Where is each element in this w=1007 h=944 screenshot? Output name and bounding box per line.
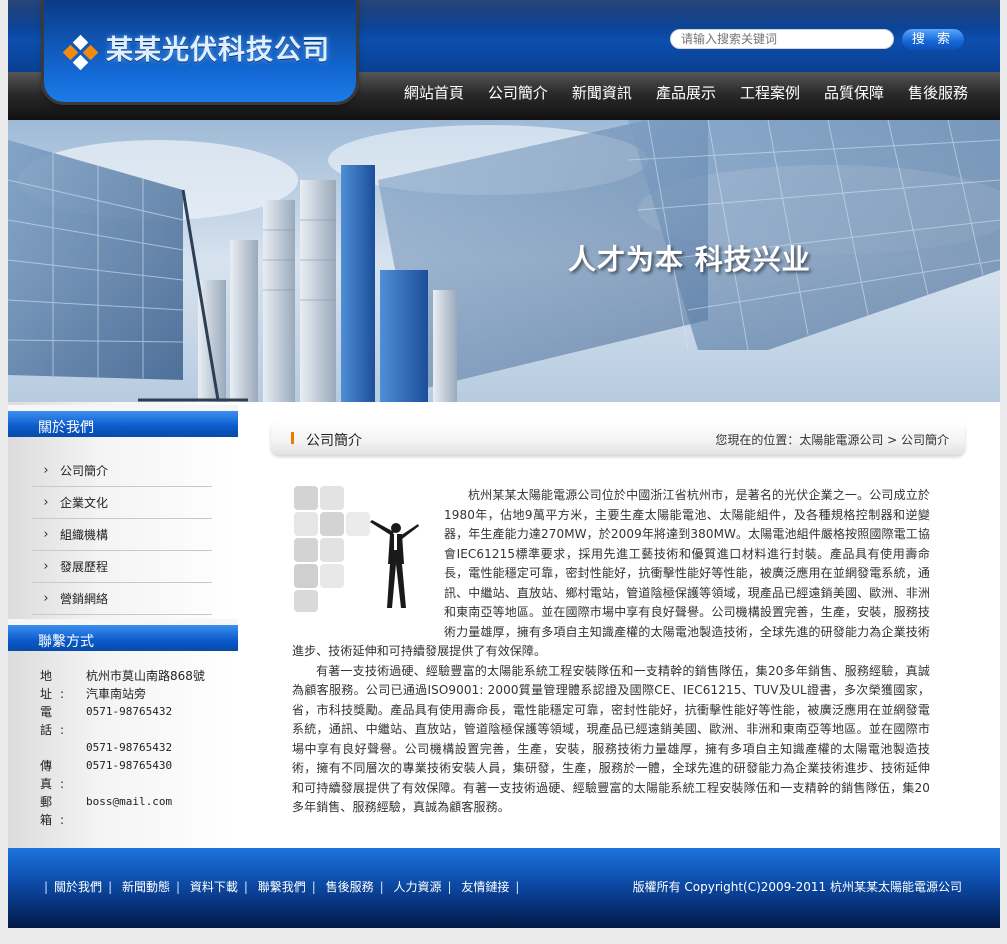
phone-value: 0571-98765432 [86, 705, 173, 718]
chevron-right-icon: › [43, 559, 49, 574]
logo[interactable]: 某某光伏科技公司 [44, 0, 356, 102]
chevron-right-icon: › [43, 591, 49, 606]
nav-item-quality[interactable]: 品質保障 [824, 82, 884, 103]
company-name: 某某光伏科技公司 [106, 35, 330, 66]
footer-link-downloads[interactable]: 資料下載 [190, 880, 238, 894]
article-paragraph-2: 有著一支技術過硬、經驗豐富的太陽能系統工程安裝隊伍和一支精幹的銷售隊伍，集20多… [292, 663, 930, 815]
breadcrumb[interactable]: 您現在的位置：太陽能電源公司 > 公司簡介 [715, 431, 949, 448]
article-text: 杭州某某太陽能電源公司位於中國浙江省杭州市，是著名的光伏企業之一。公司成立於19… [292, 486, 930, 818]
email-value: boss@mail.com [86, 795, 173, 808]
nav-item-home[interactable]: 網站首頁 [404, 82, 464, 103]
chevron-right-icon: › [43, 527, 49, 542]
banner: 人才为本 科技兴业 [8, 120, 1000, 402]
sidebar-item-label: 公司簡介 [60, 464, 109, 478]
nav-item-projects[interactable]: 工程案例 [740, 82, 800, 103]
chevron-right-icon: › [43, 463, 49, 478]
sidebar-item-culture[interactable]: › 企業文化 [32, 487, 212, 519]
sidebar-about-title: 關於我們 [8, 405, 238, 437]
address-label: 地 址: [40, 669, 73, 701]
fax-value: 0571-98765430 [86, 759, 173, 772]
banner-slogan: 人才为本 科技兴业 [568, 243, 811, 276]
email-label: 郵 箱: [40, 795, 73, 827]
sidebar-item-company-profile[interactable]: › 公司簡介 [32, 455, 212, 487]
title-marker-icon [291, 432, 294, 444]
main-nav: 網站首頁 公司簡介 新聞資訊 產品展示 工程案例 品質保障 售後服務 [380, 82, 968, 103]
phone-value-2: 0571-98765432 [86, 741, 173, 754]
sidebar: 關於我們 › 公司簡介 › 企業文化 › 組織機構 › 發展歷程 › 營銷網絡 [8, 402, 238, 848]
banner-solar-city-image [8, 120, 1000, 402]
chevron-right-icon: › [43, 495, 49, 510]
sidebar-item-label: 營銷網絡 [60, 592, 109, 606]
nav-item-service[interactable]: 售後服務 [908, 82, 968, 103]
main-content: 公司簡介 您現在的位置：太陽能電源公司 > 公司簡介 杭州某某太陽能電源公司位於… [238, 402, 1000, 848]
sidebar-item-organization[interactable]: › 組織機構 [32, 519, 212, 551]
nav-item-products[interactable]: 產品展示 [656, 82, 716, 103]
copyright: 版權所有 Copyright(C)2009-2011 杭州某某太陽能電源公司 [632, 880, 962, 894]
footer-link-about[interactable]: 關於我們 [54, 880, 102, 894]
search-button[interactable]: 搜 索 [902, 29, 964, 50]
footer: | 關於我們 | 新聞動態 | 資料下載 | 聯繫我們 | 售後服務 | 人力資源 | 友情鏈… [8, 848, 1000, 928]
footer-links: | 關於我們 | 新聞動態 | 資料下載 | 聯繫我們 | 售後服務 | 人力資源 | 友情鏈… [44, 880, 520, 894]
nav-item-about[interactable]: 公司簡介 [488, 82, 548, 103]
phone-label: 電 話: [40, 705, 73, 737]
sidebar-contact-title: 聯繫方式 [8, 619, 238, 651]
footer-link-friends[interactable]: 友情鏈接 [461, 880, 509, 894]
address-value: 杭州市莫山南路868號汽車南站旁 [86, 669, 205, 701]
sidebar-item-network[interactable]: › 營銷網絡 [32, 583, 212, 615]
footer-link-hr[interactable]: 人力資源 [394, 880, 442, 894]
sidebar-item-label: 組織機構 [60, 528, 109, 542]
sidebar-item-history[interactable]: › 發展歷程 [32, 551, 212, 583]
content-header: 公司簡介 您現在的位置：太陽能電源公司 > 公司簡介 [271, 421, 965, 455]
footer-link-contact[interactable]: 聯繫我們 [258, 880, 306, 894]
page-title: 公司簡介 [306, 433, 362, 449]
sidebar-about-list: › 公司簡介 › 企業文化 › 組織機構 › 發展歷程 › 營銷網絡 [8, 437, 238, 619]
fax-label: 傳 真: [40, 759, 73, 791]
sidebar-item-label: 企業文化 [60, 496, 109, 510]
contact-info: 地 址: 杭州市莫山南路868號汽車南站旁 電 話: 0571-98765432… [8, 651, 238, 829]
footer-link-service[interactable]: 售後服務 [326, 880, 374, 894]
sidebar-item-label: 發展歷程 [60, 560, 109, 574]
nav-item-news[interactable]: 新聞資訊 [572, 82, 632, 103]
search-input[interactable] [670, 29, 894, 49]
footer-link-news[interactable]: 新聞動態 [122, 880, 170, 894]
page: 某某光伏科技公司 搜 索 網站首頁 公司簡介 新聞資訊 產品展示 工程案例 品質… [8, 0, 1000, 944]
logo-diamond-icon [62, 34, 99, 71]
